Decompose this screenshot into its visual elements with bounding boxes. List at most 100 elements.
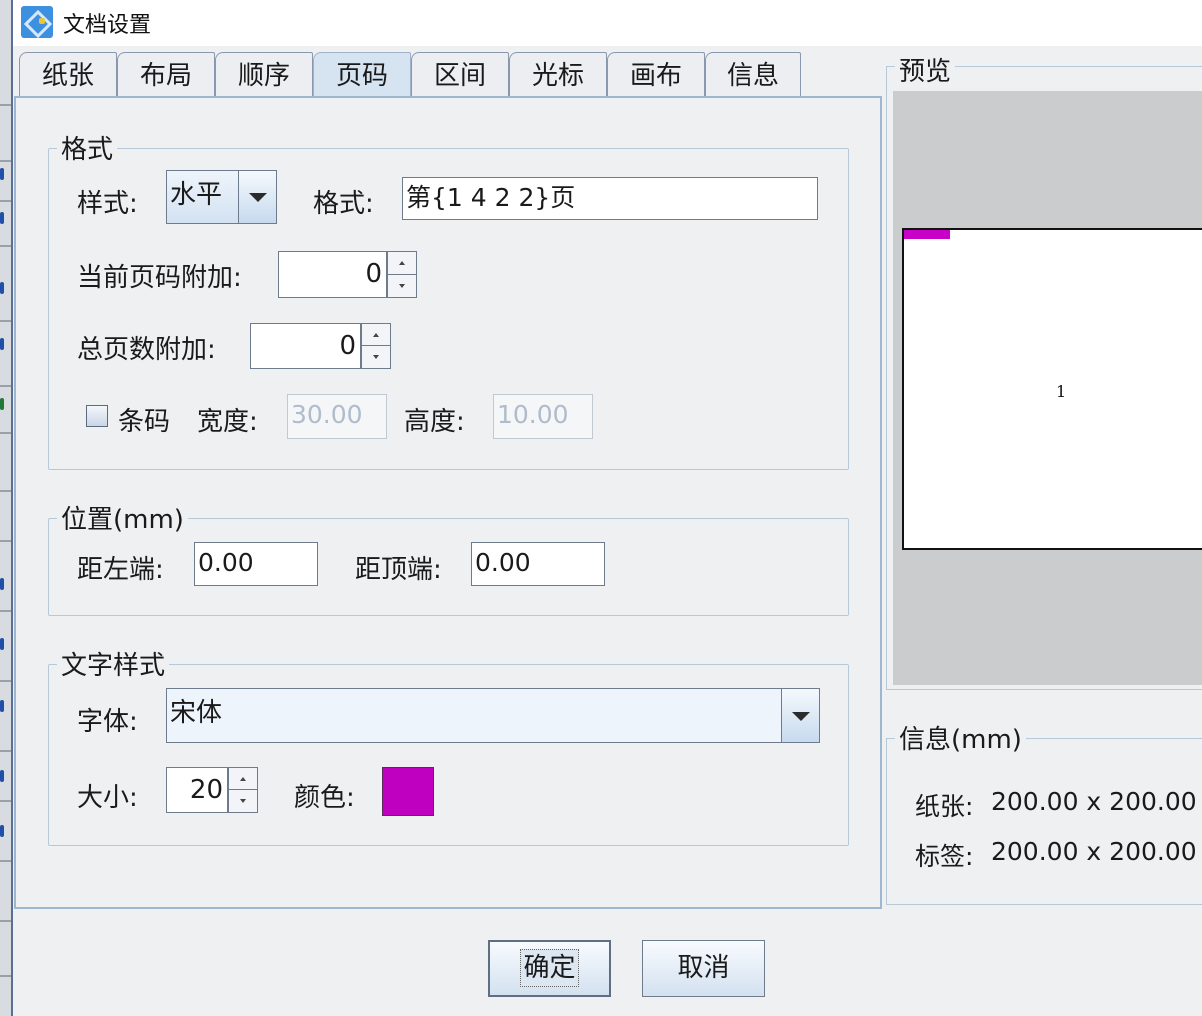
format-input[interactable]: 第{1 4 2 2}页	[402, 177, 818, 220]
position-group-title: 位置(mm)	[57, 499, 188, 536]
divider	[0, 610, 11, 612]
divider	[0, 800, 11, 802]
info-group-title: 信息(mm)	[895, 719, 1026, 756]
format-group-title: 格式	[57, 129, 118, 166]
left-offset-input[interactable]: 0.00	[194, 542, 318, 586]
spinner-arrows[interactable]	[228, 767, 258, 813]
tab-page-number[interactable]: 页码	[313, 52, 411, 100]
position-group: 位置(mm) 距左端: 0.00 距顶端: 0.00	[48, 499, 849, 616]
font-dropdown[interactable]: 宋体	[166, 688, 820, 743]
ok-button[interactable]: 确定	[488, 940, 611, 997]
toolbar-icon	[0, 825, 4, 837]
size-label: 大小:	[77, 783, 138, 813]
divider	[0, 104, 11, 106]
text-style-group: 文字样式 字体: 宋体 大小: 20 颜色:	[48, 645, 849, 846]
current-page-add-spinner[interactable]: 0	[278, 251, 417, 298]
total-pages-add-input[interactable]: 0	[250, 323, 361, 369]
current-page-add-label: 当前页码附加:	[77, 263, 242, 293]
total-pages-add-spinner[interactable]: 0	[250, 323, 391, 369]
barcode-label: 条码	[118, 407, 171, 437]
top-offset-input[interactable]: 0.00	[471, 542, 605, 586]
preview-page: 1	[902, 228, 1202, 550]
tab-range[interactable]: 区间	[411, 52, 509, 98]
spinner-down-icon[interactable]	[388, 275, 416, 298]
app-logo-icon	[21, 6, 53, 38]
divider	[0, 920, 11, 922]
divider	[0, 860, 11, 862]
divider	[0, 432, 11, 434]
barcode-height-label: 高度:	[404, 407, 465, 437]
divider	[0, 245, 11, 247]
toolbar-icon	[0, 700, 4, 712]
divider	[0, 160, 11, 162]
tab-paper[interactable]: 纸张	[19, 52, 117, 98]
spinner-up-icon[interactable]	[388, 252, 416, 275]
chevron-down-icon[interactable]	[238, 171, 276, 223]
font-label: 字体:	[77, 707, 138, 737]
spinner-arrows[interactable]	[361, 323, 391, 369]
barcode-width-input[interactable]: 30.00	[287, 394, 387, 439]
page-number-tab-panel: 格式 样式: 水平 格式: 第{1 4 2 2}页 当前页码附加: 0 总页数附…	[14, 96, 882, 909]
divider	[0, 975, 11, 977]
label-size-value: 200.00 x 200.00	[991, 837, 1197, 866]
spinner-down-icon[interactable]	[229, 790, 257, 812]
barcode-height-input[interactable]: 10.00	[493, 394, 593, 439]
text-style-group-title: 文字样式	[57, 645, 170, 682]
spinner-up-icon[interactable]	[229, 768, 257, 790]
format-label: 格式:	[313, 189, 374, 219]
cancel-button[interactable]: 取消	[642, 940, 765, 997]
preview-group-title: 预览	[895, 51, 956, 88]
divider	[0, 320, 11, 322]
style-label: 样式:	[77, 189, 138, 219]
toolbar-icon	[0, 212, 4, 224]
barcode-width-label: 宽度:	[197, 407, 258, 437]
spinner-up-icon[interactable]	[362, 324, 390, 346]
ok-button-label: 确定	[520, 949, 579, 987]
info-group: 信息(mm) 纸张: 200.00 x 200.00 标签: 200.00 x …	[886, 719, 1202, 905]
font-dropdown-value: 宋体	[170, 698, 223, 728]
window-title: 文档设置	[63, 13, 152, 38]
preview-canvas: 1	[893, 91, 1202, 685]
tab-canvas[interactable]: 画布	[607, 52, 705, 98]
divider	[0, 750, 11, 752]
toolbar-icon	[0, 338, 4, 350]
divider	[0, 540, 11, 542]
window-titlebar: 文档设置	[13, 0, 1202, 46]
tab-cursor[interactable]: 光标	[509, 52, 607, 98]
toolbar-icon	[0, 770, 4, 782]
divider	[0, 200, 11, 202]
tab-order[interactable]: 顺序	[215, 52, 313, 98]
preview-page-number-marker	[904, 230, 950, 239]
preview-group: 预览 1	[886, 51, 1202, 690]
divider	[0, 385, 11, 387]
spinner-arrows[interactable]	[387, 251, 417, 298]
font-size-input[interactable]: 20	[166, 767, 228, 813]
color-picker-swatch[interactable]	[382, 767, 434, 816]
spinner-down-icon[interactable]	[362, 346, 390, 368]
toolbar-icon	[0, 638, 4, 650]
toolbar-icon	[0, 168, 4, 180]
background-app-edge	[0, 0, 13, 1016]
total-pages-add-label: 总页数附加:	[77, 335, 216, 365]
left-offset-label: 距左端:	[77, 555, 164, 585]
tab-info[interactable]: 信息	[705, 52, 801, 98]
barcode-checkbox[interactable]	[86, 405, 108, 427]
format-group: 格式 样式: 水平 格式: 第{1 4 2 2}页 当前页码附加: 0 总页数附…	[48, 129, 849, 470]
top-offset-label: 距顶端:	[355, 555, 442, 585]
tab-layout[interactable]: 布局	[117, 52, 215, 98]
toolbar-icon	[0, 282, 4, 294]
paper-size-value: 200.00 x 200.00	[991, 787, 1197, 816]
current-page-add-input[interactable]: 0	[278, 251, 387, 298]
preview-page-number: 1	[1056, 382, 1067, 401]
paper-size-label: 纸张:	[915, 792, 974, 821]
style-dropdown-value: 水平	[170, 180, 223, 210]
divider	[0, 680, 11, 682]
divider	[0, 490, 11, 492]
style-dropdown[interactable]: 水平	[166, 170, 277, 224]
chevron-down-icon[interactable]	[781, 689, 819, 742]
label-size-label: 标签:	[915, 842, 974, 871]
toolbar-icon	[0, 578, 4, 590]
toolbar-icon	[0, 398, 4, 410]
color-label: 颜色:	[294, 783, 355, 813]
font-size-spinner[interactable]: 20	[166, 767, 258, 813]
